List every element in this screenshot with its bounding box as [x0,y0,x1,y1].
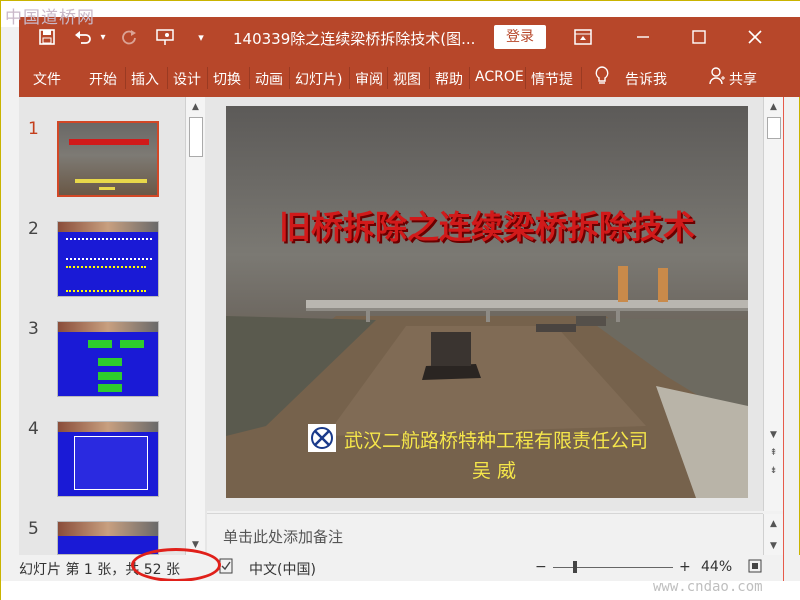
zoom-in-button[interactable]: + [679,559,691,575]
thumb-scrollbar[interactable]: ▲ ▼ [185,97,205,555]
tab-home[interactable]: 开始 [89,69,117,89]
thumb-slide-2[interactable] [57,221,159,297]
thumb-photo-strip [58,222,158,232]
tab-separator [167,67,168,89]
document-title: 140339除之连续梁桥拆除技术(图... [233,30,476,48]
tab-slideshow[interactable]: 幻灯片) [295,69,342,89]
scroll-thumb[interactable] [767,117,781,139]
frame-border-line [783,97,784,600]
lightbulb-icon [595,66,609,90]
thumb-number: 4 [28,419,39,439]
thumb-text-lines [66,266,146,292]
undo-dropdown-icon[interactable]: ▾ [91,25,115,49]
highlight-annotation-oval [131,548,221,582]
thumb-text-lines [66,238,152,260]
thumb-photo-strip [58,422,158,432]
customize-icon[interactable]: ▾ [189,25,213,49]
next-slide-icon[interactable]: ⇟ [764,463,783,479]
scroll-down-icon[interactable]: ▼ [764,538,783,554]
thumb-number: 1 [28,119,39,139]
share-user-icon[interactable] [709,67,725,89]
status-bar: 幻灯片 第 1 张，共 52 张 中文(中国) − + 44% [1,555,800,581]
slide-company-name: 武汉二航路桥特种工程有限责任公司 [344,430,649,452]
minimize-icon[interactable] [631,25,655,49]
slide-title: 旧桥拆除之连续梁桥拆除技术 [278,208,695,246]
tell-me-search[interactable]: 告诉我 [625,69,667,89]
language-status[interactable]: 中文(中国) [249,559,316,579]
thumb-slide-1[interactable] [57,121,159,197]
tab-animations[interactable]: 动画 [255,69,283,89]
zoom-out-button[interactable]: − [535,559,547,575]
thumb-photo-strip [58,522,158,536]
tab-review[interactable]: 审阅 [355,69,383,89]
fit-slide-icon[interactable] [747,558,763,578]
watermark-top-left: 中国道桥网 [5,8,95,28]
thumb-number: 5 [28,519,39,539]
tab-separator [207,67,208,89]
thumb-number: 3 [28,319,39,339]
thumb-slide-5[interactable] [57,521,159,555]
zoom-level[interactable]: 44% [701,559,732,575]
tab-help[interactable]: 帮助 [435,69,463,89]
save-icon[interactable] [35,25,59,49]
tab-separator [125,67,126,89]
tab-transitions[interactable]: 切换 [213,69,241,89]
title-bar: ▾ ▾ 140339除之连续梁桥拆除技术(图... 登录 [19,17,800,59]
notes-scrollbar[interactable]: ▲ ▼ [763,514,783,556]
zoom-slider-track[interactable] [553,567,673,568]
tab-separator [387,67,388,89]
tab-separator [525,67,526,89]
redo-icon[interactable] [117,25,141,49]
slide-thumbnail-pane: 1 2 3 4 5 ▲ ▼ [19,97,207,555]
thumb-slide-4[interactable] [57,421,159,497]
thumb-text-bar [75,179,147,183]
notes-placeholder[interactable]: 单击此处添加备注 [223,526,343,547]
tab-design[interactable]: 设计 [173,69,201,89]
slide-scrollbar[interactable]: ▲ ▼ ⇞ ⇟ [763,97,783,511]
present-icon[interactable] [153,25,177,49]
maximize-icon[interactable] [687,25,711,49]
scroll-up-icon[interactable]: ▲ [764,99,783,115]
previous-slide-icon[interactable]: ⇞ [764,445,783,461]
tab-separator [581,67,582,89]
tab-separator [469,67,470,89]
tab-separator [289,67,290,89]
thumb-flow-box [98,384,122,392]
tab-acrobat[interactable]: ACROE [475,69,524,85]
scroll-up-icon[interactable]: ▲ [764,516,783,532]
slide-author: 吴 威 [472,460,517,482]
thumb-title-bar [69,139,149,145]
tab-separator [349,67,350,89]
thumb-slide-3[interactable] [57,321,159,397]
thumb-text-bar [99,187,115,190]
notes-pane[interactable]: 单击此处添加备注 ▲ ▼ [207,513,783,556]
thumb-table [74,436,148,490]
thumb-flow-box [88,340,112,348]
close-icon[interactable] [743,25,767,49]
thumb-flow-box [98,358,122,366]
tab-separator [249,67,250,89]
login-button[interactable]: 登录 [494,25,546,49]
scroll-down-icon[interactable]: ▼ [764,427,783,443]
ribbon-tabs: 文件 开始 插入 设计 切换 动画 幻灯片) 审阅 视图 帮助 ACROE 情节… [19,59,800,97]
share-button[interactable]: 共享 [729,69,757,89]
thumb-flow-box [120,340,144,348]
thumb-number: 2 [28,219,39,239]
ribbon-display-icon[interactable] [571,25,595,49]
thumb-flow-box [98,372,122,380]
tab-file[interactable]: 文件 [33,69,61,89]
zoom-slider-thumb[interactable] [573,561,577,573]
scroll-thumb[interactable] [189,117,203,157]
current-slide[interactable]: 旧桥拆除之连续梁桥拆除技术 武汉二航路桥特种工程有限责任公司 吴 威 [226,106,748,498]
tab-storyboard[interactable]: 情节提 [531,69,573,89]
scroll-up-icon[interactable]: ▲ [186,99,205,115]
spellcheck-icon[interactable] [219,558,233,578]
company-logo-icon [308,424,336,452]
tab-separator [429,67,430,89]
tab-insert[interactable]: 插入 [131,69,159,89]
tab-view[interactable]: 视图 [393,69,421,89]
thumb-photo-strip [58,322,158,332]
watermark-bottom-right: www.cndao.com [653,579,763,595]
